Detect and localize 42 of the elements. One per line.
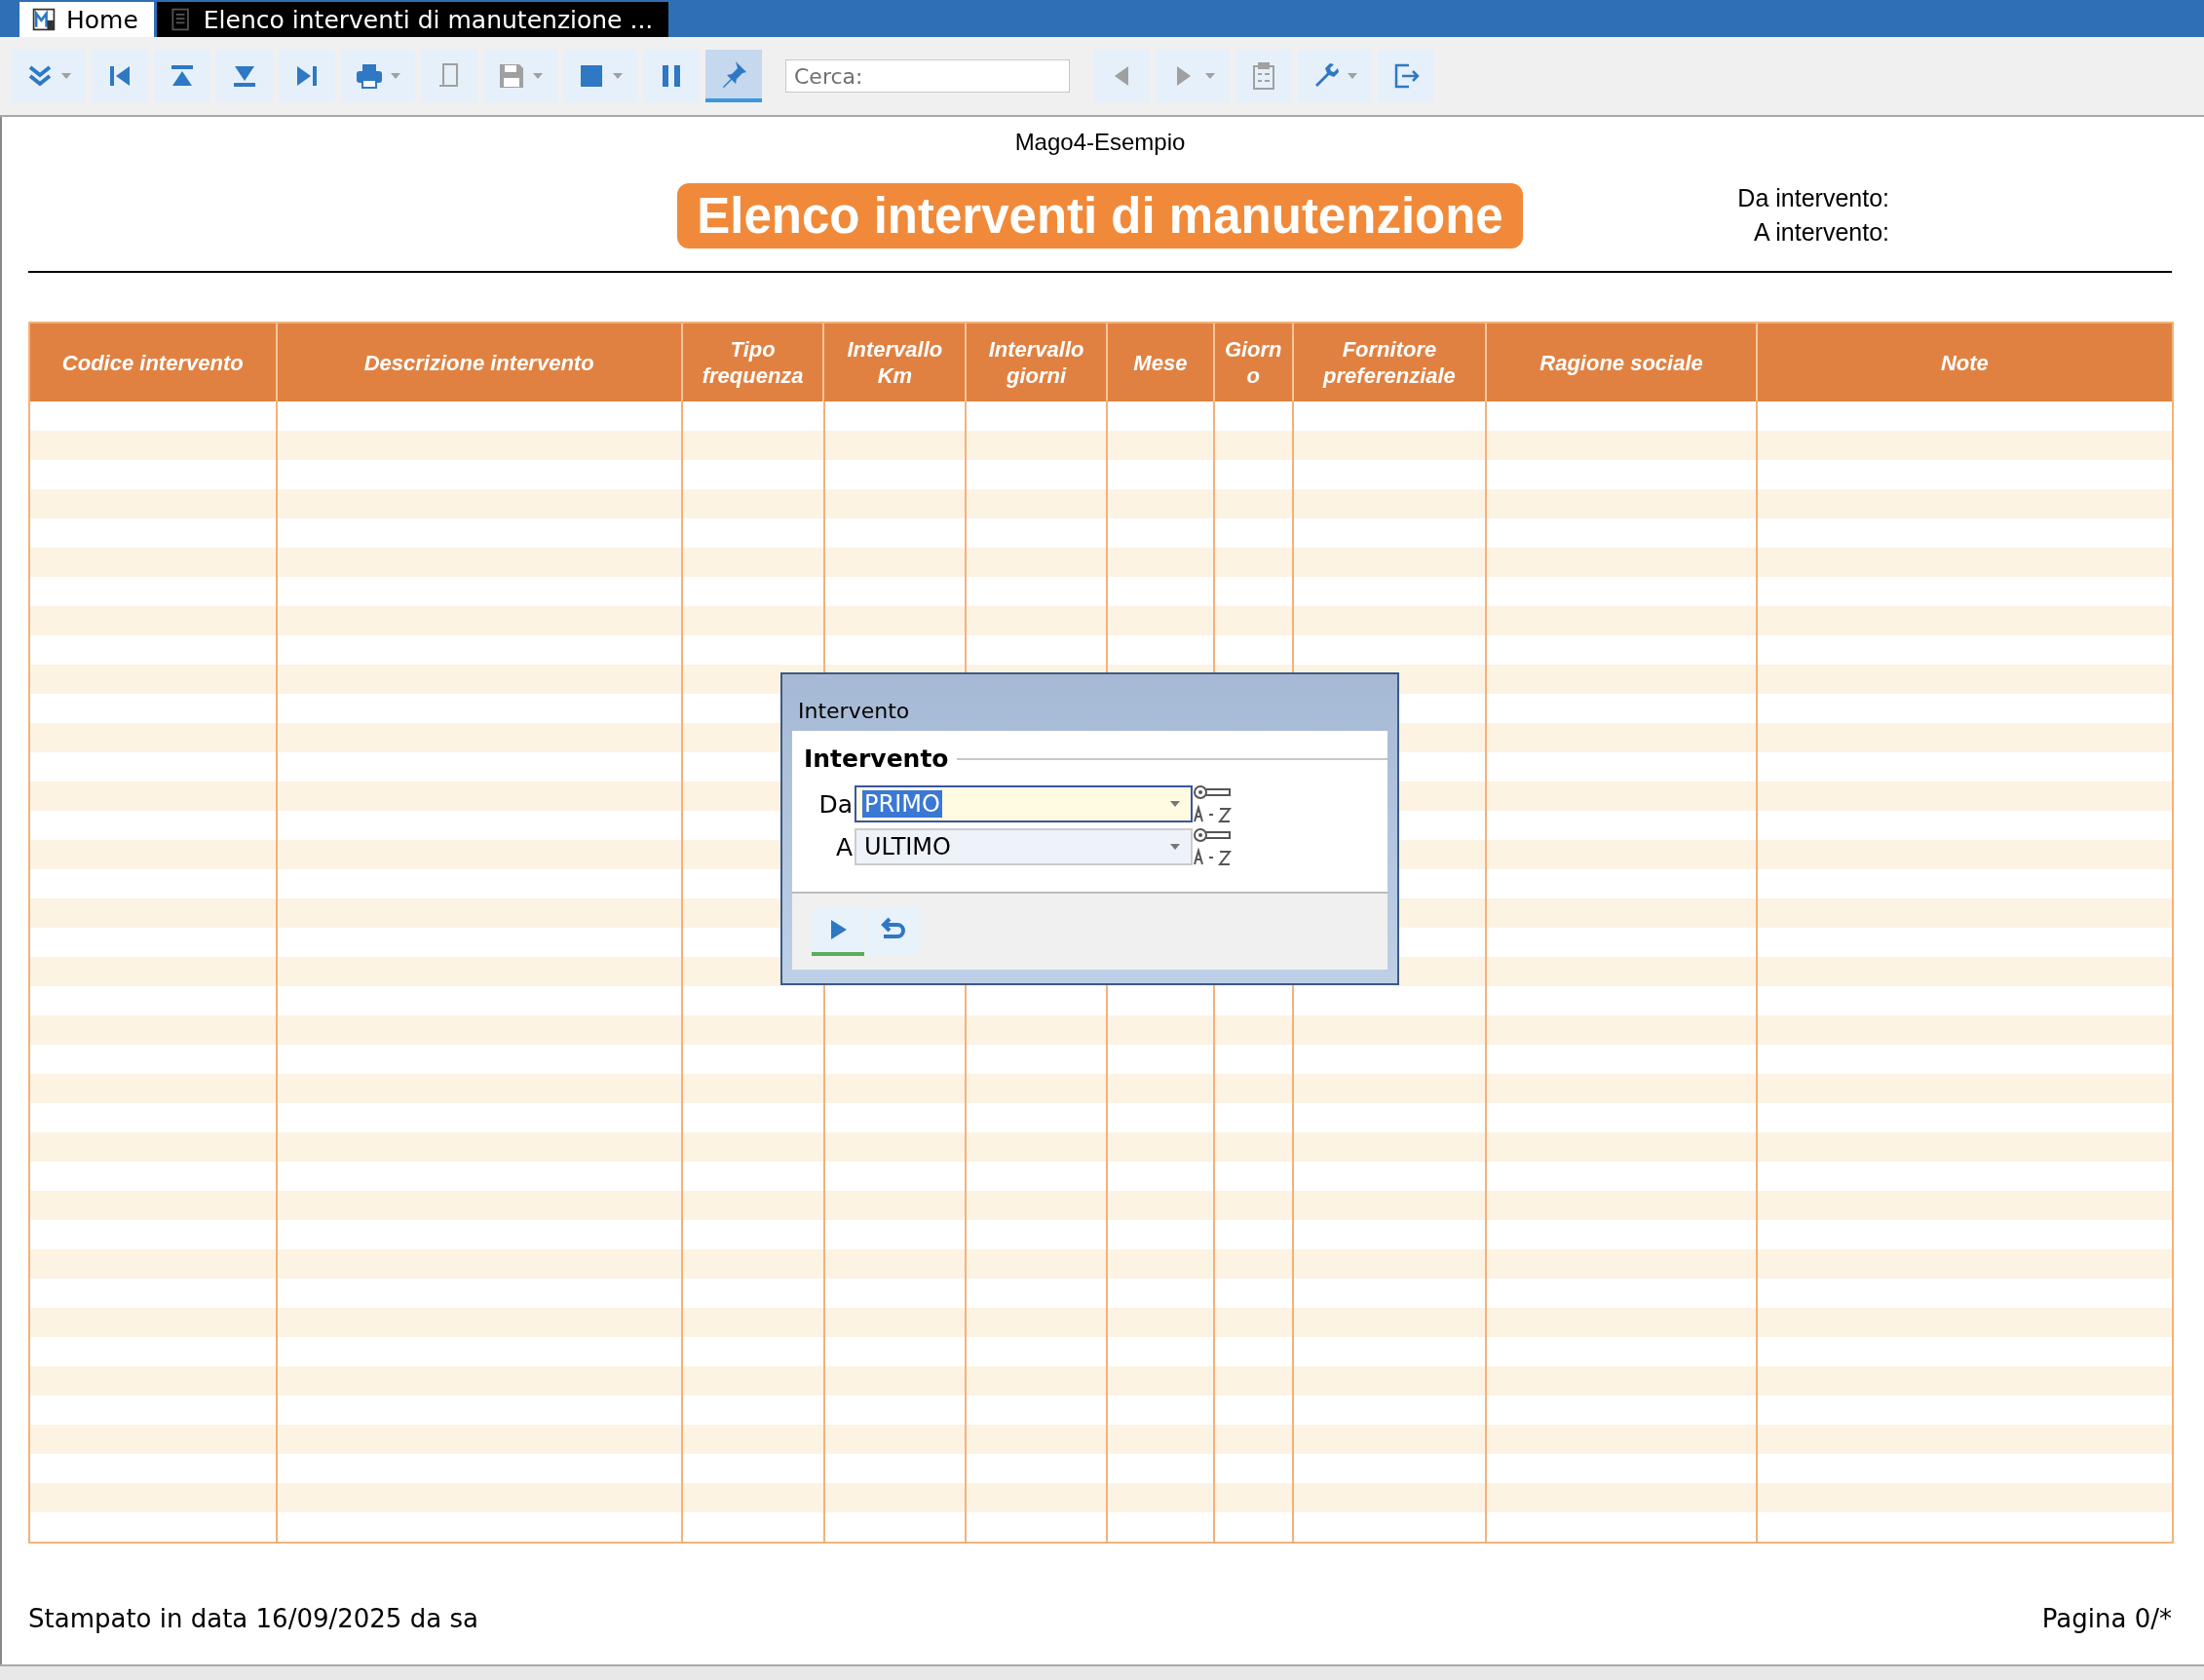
- caret-icon: [1347, 72, 1358, 80]
- toolbar-button[interactable]: [12, 50, 86, 102]
- key-sort-icon[interactable]: [1193, 784, 1234, 823]
- group-label: Intervento: [804, 745, 949, 773]
- caret-icon: [390, 72, 401, 80]
- key-sort-icon[interactable]: [1193, 827, 1234, 866]
- filter-label: Da intervento:: [1737, 183, 1889, 213]
- toolbar-button[interactable]: [341, 50, 415, 102]
- run-button[interactable]: [812, 907, 864, 956]
- filter-label: A intervento:: [1754, 217, 1889, 248]
- caret-icon: [1169, 800, 1181, 808]
- toolbar-button[interactable]: [563, 50, 637, 102]
- app-logo-icon: [31, 7, 57, 32]
- caret-icon: [612, 72, 624, 80]
- caret-icon: [532, 72, 544, 80]
- report-title: Elenco interventi di manutenzione: [677, 183, 1523, 248]
- save-icon: [497, 61, 526, 91]
- toolbar-button[interactable]: [1378, 50, 1434, 102]
- toolbar-button[interactable]: [705, 50, 762, 102]
- field-label: A: [834, 832, 854, 861]
- toolbar-button[interactable]: [1298, 50, 1372, 102]
- print-date: Stampato in data 16/09/2025 da sa: [28, 1604, 478, 1633]
- search-field[interactable]: Cerca:: [785, 59, 1070, 93]
- tab[interactable]: Elenco interventi di manutenzione ...: [156, 2, 669, 37]
- combo-box[interactable]: ULTIMO: [855, 828, 1193, 865]
- tab[interactable]: Home: [19, 2, 154, 37]
- printer-icon: [355, 61, 384, 91]
- caret-icon: [1169, 843, 1181, 851]
- page-number: Pagina 0/*: [2041, 1604, 2172, 1633]
- combo-box[interactable]: PRIMO: [855, 785, 1193, 822]
- field-label: Da: [817, 789, 854, 819]
- toolbar-button[interactable]: [154, 50, 210, 102]
- toolbar-button[interactable]: [643, 50, 700, 102]
- toolbar-button[interactable]: [216, 50, 273, 102]
- caret-icon: [1204, 72, 1216, 80]
- column-header: Note: [1939, 349, 1990, 377]
- dialog-title: Intervento: [798, 699, 910, 723]
- toolbar-button[interactable]: [92, 50, 148, 102]
- undo-button[interactable]: [866, 907, 919, 956]
- toolbar-button[interactable]: [279, 50, 335, 102]
- caret-icon: [60, 72, 72, 80]
- company-name: Mago4-Esempio: [1013, 129, 1187, 156]
